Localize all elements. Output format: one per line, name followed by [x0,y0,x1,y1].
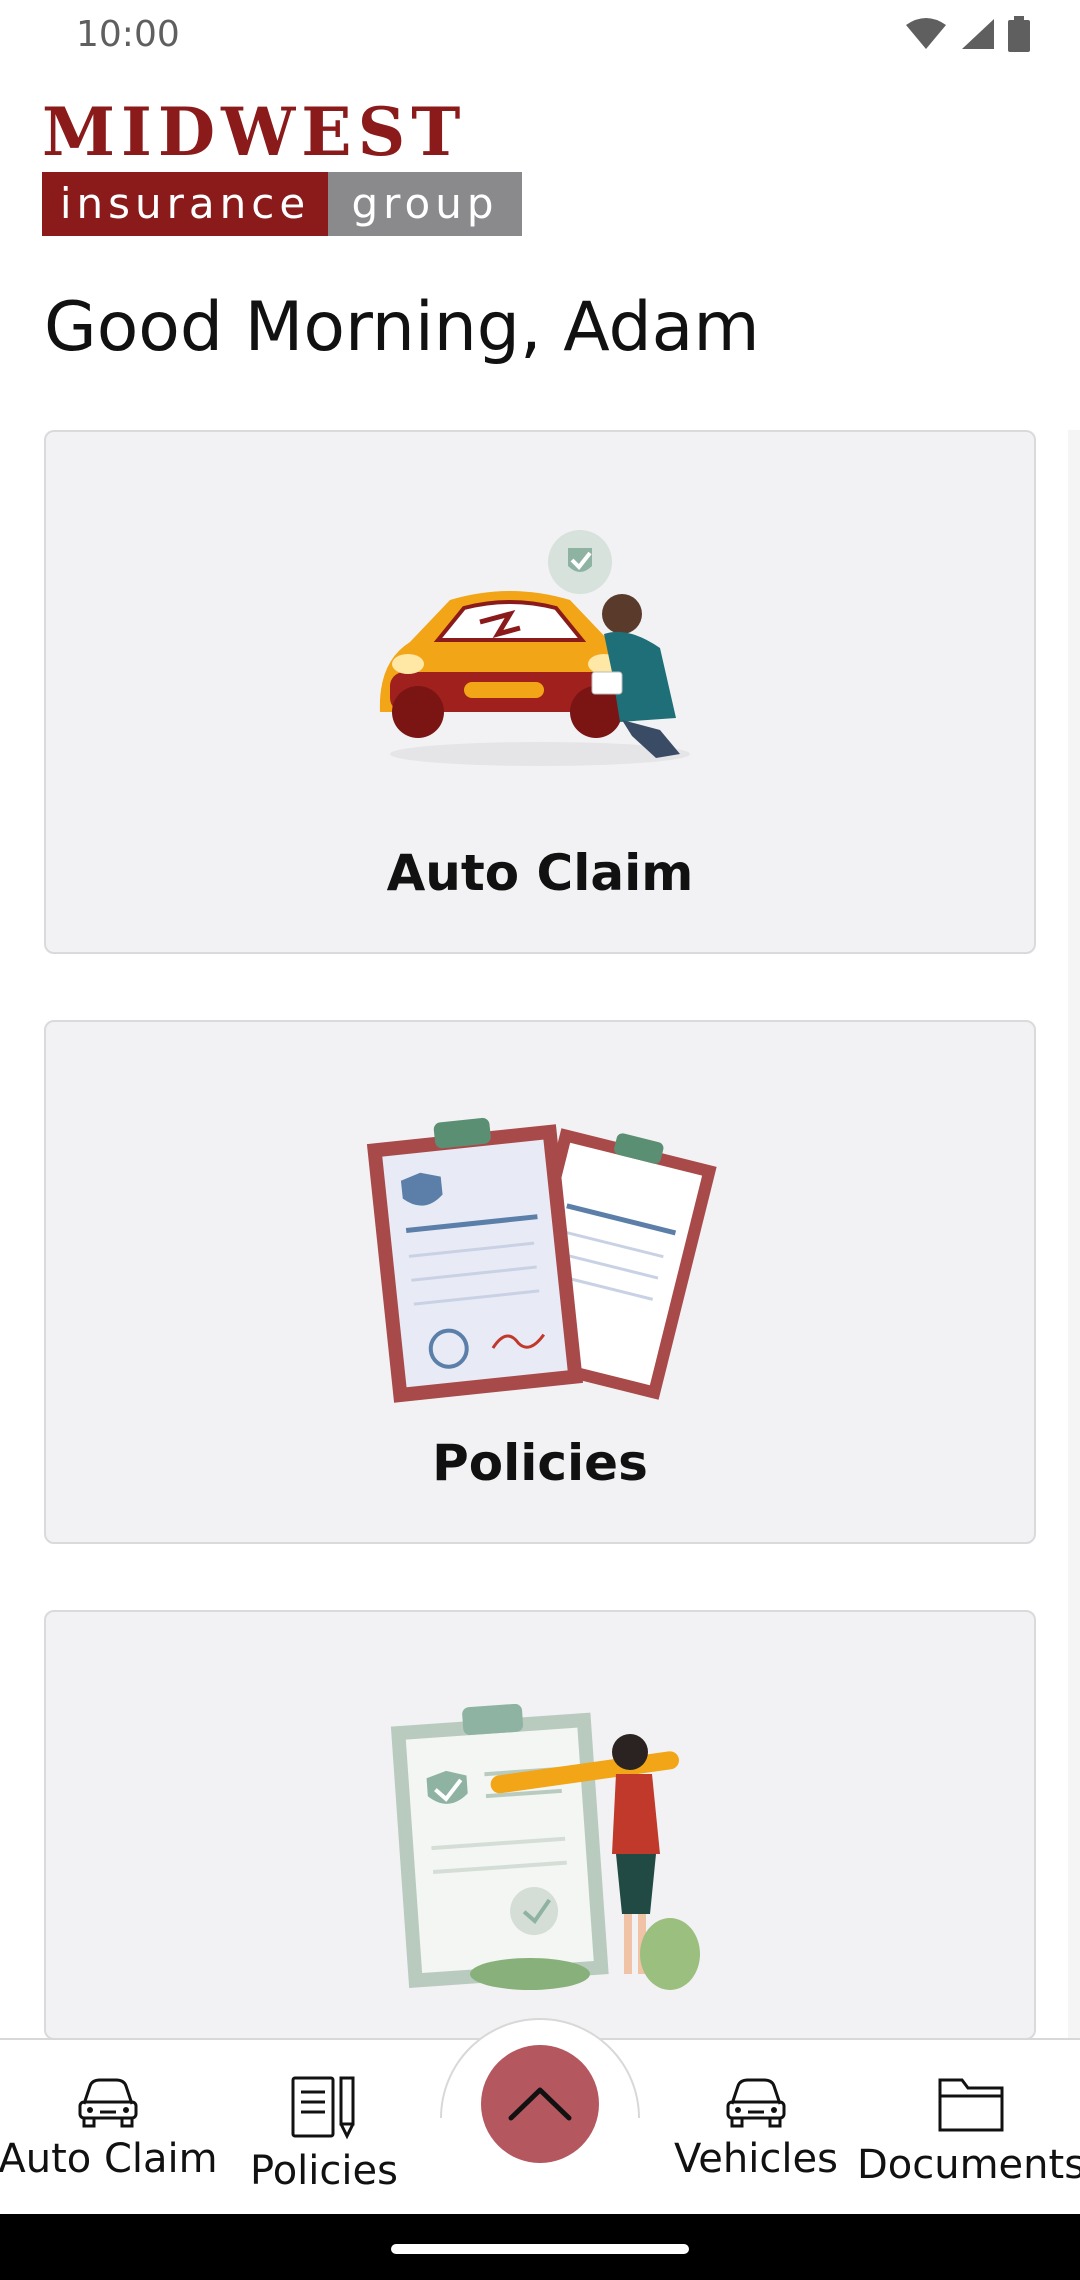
auto-claim-card[interactable]: Auto Claim [44,430,1036,954]
logo-group: group [328,172,522,236]
status-icons [904,14,1030,54]
nav-documents[interactable]: Documents [857,2040,1080,2216]
nav-auto-claim[interactable]: Auto Claim [0,2040,218,2216]
auto-claim-label: Auto Claim [386,844,694,902]
folder-icon [938,2078,1004,2132]
document-pen-icon [291,2076,355,2140]
company-logo: MIDWEST insurance group [42,92,522,236]
status-time: 10:00 [76,14,180,55]
nav-documents-label: Documents [856,2142,1080,2188]
car-inspection-illustration [379,530,690,766]
nav-policies[interactable]: Policies [232,2040,416,2216]
home-gesture-bar[interactable] [391,2244,689,2254]
greeting-title: Good Morning, Adam [44,288,760,367]
nav-policies-label: Policies [250,2148,398,2194]
logo-insurance: insurance [42,172,328,236]
status-bar: 10:00 [0,0,1080,70]
policies-label: Policies [432,1434,648,1492]
insurance-policy-illustration [366,1117,717,1403]
chevron-up-icon [508,2087,572,2121]
nav-auto-claim-label: Auto Claim [0,2136,218,2182]
page-scroll-edge [1068,430,1080,2040]
logo-subline: insurance group [42,172,522,236]
expand-menu-button[interactable] [481,2045,599,2163]
checklist-card[interactable] [44,1610,1036,2040]
wifi-icon [906,18,946,49]
logo-wordmark: MIDWEST [42,93,467,171]
nav-vehicles[interactable]: Vehicles [672,2040,840,2216]
system-gesture-area [0,2214,1080,2280]
policies-card[interactable]: Policies [44,1020,1036,1544]
battery-icon [1008,16,1030,52]
checklist-illustration [390,1704,700,1990]
signal-icon [962,19,994,49]
car-icon [726,2078,786,2128]
car-icon [78,2078,138,2128]
nav-vehicles-label: Vehicles [674,2136,838,2182]
